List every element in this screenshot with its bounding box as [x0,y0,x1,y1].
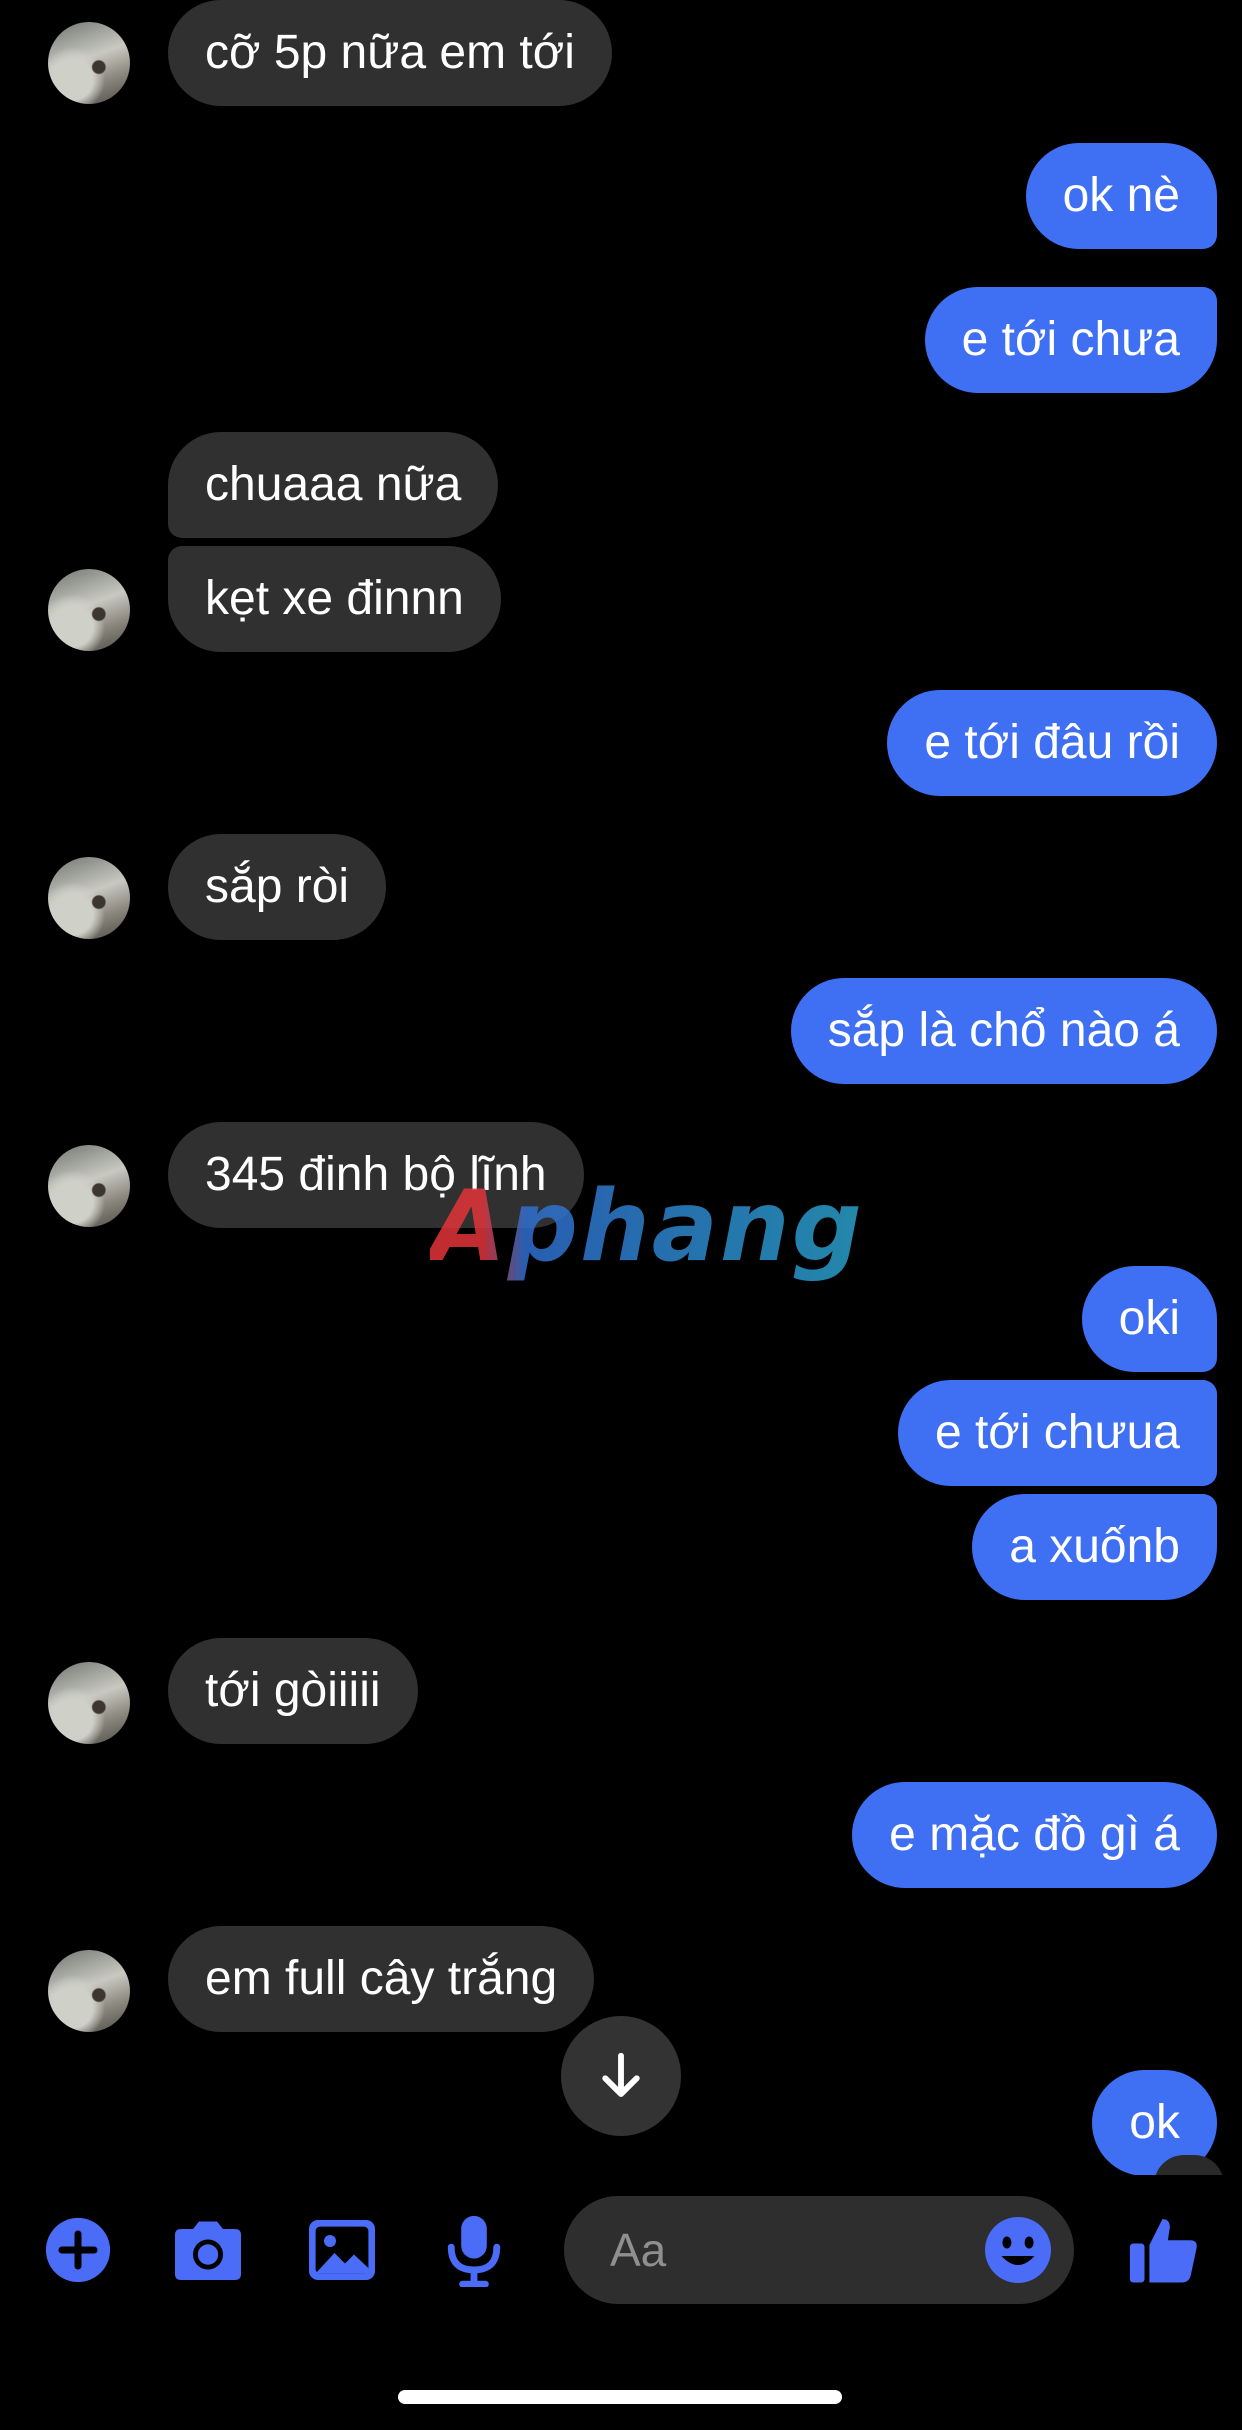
message-outgoing[interactable]: a xuốnb [972,1494,1217,1600]
emoji-icon[interactable] [982,2214,1054,2286]
message-incoming[interactable]: chuaaa nữa [168,432,499,538]
message-incoming[interactable]: 345 đinh bộ lĩnh [168,1122,584,1228]
message-input[interactable]: Aa [564,2196,1074,2304]
message-outgoing[interactable]: sắp là chổ nào á [790,978,1217,1084]
message-outgoing[interactable]: e mặc đồ gì á [852,1782,1217,1888]
image-icon [309,2220,375,2280]
microphone-icon [447,2215,501,2287]
message-incoming[interactable]: tới gòiiiii [168,1638,418,1744]
message-outgoing[interactable]: ok nè [1025,143,1217,249]
contact-avatar[interactable] [48,1950,130,2032]
message-input-placeholder: Aa [610,2224,667,2276]
voice-button[interactable] [434,2210,514,2290]
like-button[interactable] [1122,2210,1206,2290]
contact-avatar[interactable] [48,857,130,939]
plus-icon [45,2217,111,2283]
thumbs-up-icon [1129,2219,1197,2283]
message-incoming[interactable]: kẹt xe đinnn [168,546,501,652]
contact-avatar[interactable] [48,569,130,651]
message-incoming[interactable]: sắp ròi [168,834,387,940]
home-indicator[interactable] [398,2390,842,2404]
gallery-button[interactable] [302,2210,382,2290]
message-outgoing[interactable]: oki [1081,1266,1217,1372]
message-incoming[interactable]: cỡ 5p nữa em tới [168,0,612,106]
message-outgoing[interactable]: e tới chưa [924,287,1217,393]
contact-avatar[interactable] [48,1145,130,1227]
message-list[interactable]: cỡ 5p nữa em tới ok nè e tới chưa chuaaa… [0,0,1242,2175]
contact-avatar[interactable] [48,22,130,104]
message-outgoing[interactable]: e tới chưua [897,1380,1217,1486]
scroll-to-bottom-button[interactable] [561,2016,681,2136]
add-button[interactable] [38,2210,118,2290]
arrow-down-icon [602,2052,640,2097]
message-incoming[interactable]: em full cây trắng [168,1926,595,2032]
message-outgoing[interactable]: e tới đâu rồi [887,690,1217,796]
contact-avatar[interactable] [48,1662,130,1744]
camera-button[interactable] [168,2210,248,2290]
camera-icon [175,2221,241,2280]
